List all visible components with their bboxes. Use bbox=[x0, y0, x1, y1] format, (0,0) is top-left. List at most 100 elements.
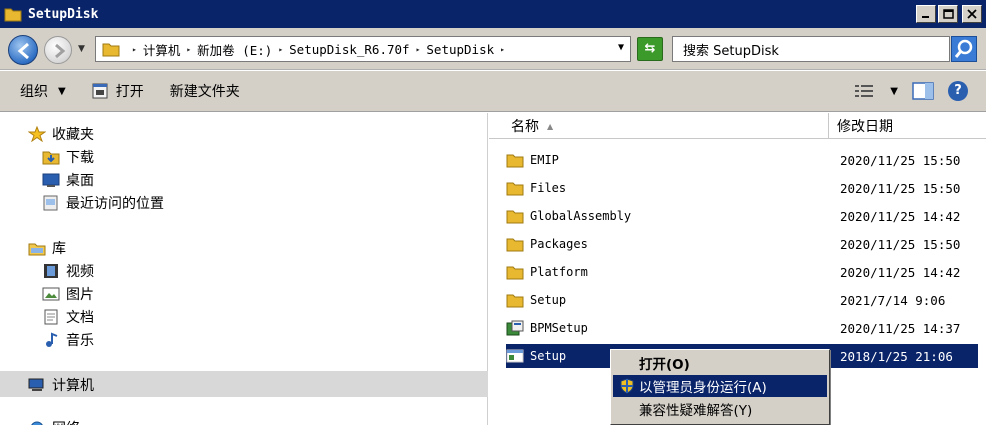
chevron-right-icon[interactable]: ▸ bbox=[186, 45, 191, 54]
forward-button[interactable] bbox=[44, 36, 72, 64]
address-dropdown-icon[interactable]: ▼ bbox=[618, 42, 624, 53]
search-button[interactable] bbox=[951, 36, 977, 62]
search-input[interactable]: 搜索 SetupDisk bbox=[672, 36, 950, 62]
file-date: 2020/11/25 15:50 bbox=[840, 180, 961, 196]
file-row[interactable]: Files 2020/11/25 15:50 bbox=[506, 176, 978, 200]
nav-item-desktop[interactable]: 桌面 bbox=[42, 170, 94, 190]
history-dropdown-icon[interactable]: ▼ bbox=[78, 44, 85, 54]
nav-libraries-label: 库 bbox=[52, 241, 66, 257]
folder-icon bbox=[506, 210, 524, 224]
nav-libraries[interactable]: 库 bbox=[28, 238, 66, 258]
title-bar[interactable]: SetupDisk bbox=[0, 0, 986, 28]
folder-icon bbox=[506, 266, 524, 280]
back-arrow-icon bbox=[17, 42, 29, 60]
breadcrumb-setupdisk-r670f[interactable]: SetupDisk_R6.70f bbox=[289, 42, 409, 57]
file-name: Setup bbox=[530, 293, 567, 307]
new-folder-button[interactable]: 新建文件夹 bbox=[170, 81, 240, 101]
sort-ascending-icon: ▲ bbox=[547, 121, 554, 131]
nav-item-pictures[interactable]: 图片 bbox=[42, 284, 94, 304]
navigation-pane: 收藏夹 下载 桌面 最近访问的位置 库 视频 图片 文档 音乐 计算机 bbox=[0, 113, 488, 425]
nav-computer[interactable]: 计算机 bbox=[28, 375, 94, 395]
maximize-icon bbox=[942, 9, 954, 19]
context-menu-troubleshoot-label: 兼容性疑难解答(Y) bbox=[639, 403, 753, 419]
organize-button[interactable]: 组织 ▼ bbox=[20, 81, 66, 101]
file-date: 2020/11/25 14:42 bbox=[840, 264, 961, 280]
chevron-down-icon: ▼ bbox=[58, 85, 66, 97]
command-bar: 组织 ▼ 打开 新建文件夹 ▼ ? bbox=[0, 71, 986, 112]
context-menu-open[interactable]: 打开(O) bbox=[613, 352, 827, 374]
context-menu-open-label: 打开(O) bbox=[639, 357, 690, 373]
nav-item-music[interactable]: 音乐 bbox=[42, 330, 94, 350]
back-button[interactable] bbox=[8, 35, 38, 65]
chevron-right-icon[interactable]: ▸ bbox=[278, 45, 283, 54]
close-button[interactable] bbox=[962, 5, 982, 23]
minimize-button[interactable] bbox=[916, 5, 936, 23]
nav-item-label: 图片 bbox=[66, 287, 94, 303]
view-options-icon[interactable] bbox=[854, 83, 876, 99]
new-folder-label: 新建文件夹 bbox=[169, 84, 240, 100]
nav-item-label: 下载 bbox=[66, 150, 94, 166]
downloads-folder-icon bbox=[42, 151, 60, 165]
file-row[interactable]: BPMSetup 2020/11/25 14:37 bbox=[506, 316, 978, 340]
network-icon bbox=[31, 421, 43, 425]
minimize-icon bbox=[922, 16, 929, 18]
file-row[interactable]: Platform 2020/11/25 14:42 bbox=[506, 260, 978, 284]
column-date-label: 修改日期 bbox=[837, 119, 893, 135]
search-icon bbox=[954, 39, 973, 58]
search-placeholder: 搜索 SetupDisk bbox=[683, 43, 779, 59]
nav-item-label: 视频 bbox=[66, 264, 94, 280]
computer-icon bbox=[28, 378, 44, 391]
file-name: EMIP bbox=[530, 153, 559, 167]
file-date: 2020/11/25 14:37 bbox=[840, 320, 961, 336]
breadcrumb-drive[interactable]: 新加卷 (E:) bbox=[197, 40, 272, 59]
refresh-button[interactable]: ⇆ bbox=[637, 37, 663, 61]
file-name: Packages bbox=[530, 237, 588, 251]
nav-favorites[interactable]: 收藏夹 bbox=[28, 124, 94, 144]
chevron-right-icon[interactable]: ▸ bbox=[500, 45, 505, 54]
column-date-modified[interactable]: 修改日期 bbox=[837, 113, 893, 139]
nav-item-label: 最近访问的位置 bbox=[66, 196, 164, 212]
folder-icon bbox=[506, 294, 524, 308]
documents-icon bbox=[44, 309, 58, 325]
column-header: 名称 ▲ 修改日期 bbox=[489, 113, 986, 139]
nav-item-recent-places[interactable]: 最近访问的位置 bbox=[42, 193, 164, 213]
context-menu-run-as-admin[interactable]: 以管理员身份运行(A) bbox=[613, 375, 827, 397]
folder-icon bbox=[506, 182, 524, 196]
video-icon bbox=[44, 264, 58, 278]
installer-icon bbox=[506, 320, 524, 336]
file-date: 2020/11/25 15:50 bbox=[840, 152, 961, 168]
preview-pane-icon[interactable] bbox=[912, 82, 934, 100]
breadcrumb-computer[interactable]: 计算机 bbox=[143, 40, 181, 59]
folder-icon bbox=[4, 8, 22, 22]
file-name: GlobalAssembly bbox=[530, 209, 632, 223]
chevron-right-icon[interactable]: ▸ bbox=[416, 45, 421, 54]
file-name: Platform bbox=[530, 265, 588, 279]
nav-item-videos[interactable]: 视频 bbox=[42, 261, 94, 281]
star-icon bbox=[28, 126, 46, 142]
desktop-icon bbox=[42, 173, 60, 187]
view-dropdown-icon[interactable]: ▼ bbox=[890, 86, 898, 97]
close-icon bbox=[967, 9, 977, 19]
help-icon[interactable]: ? bbox=[948, 81, 968, 101]
context-menu-run-as-admin-label: 以管理员身份运行(A) bbox=[639, 380, 767, 396]
open-button[interactable]: 打开 bbox=[92, 81, 144, 101]
nav-item-documents[interactable]: 文档 bbox=[42, 307, 94, 327]
nav-item-label: 音乐 bbox=[66, 333, 94, 349]
nav-network[interactable]: 网络 bbox=[28, 418, 80, 425]
file-row[interactable]: Packages 2020/11/25 15:50 bbox=[506, 232, 978, 256]
chevron-right-icon[interactable]: ▸ bbox=[132, 45, 137, 54]
file-row[interactable]: EMIP 2020/11/25 15:50 bbox=[506, 148, 978, 172]
file-row[interactable]: Setup 2021/7/14 9:06 bbox=[506, 288, 978, 312]
open-window-icon bbox=[92, 83, 108, 99]
refresh-icon: ⇆ bbox=[644, 41, 656, 56]
nav-computer-label: 计算机 bbox=[52, 378, 94, 394]
recent-places-icon bbox=[43, 195, 58, 211]
address-bar[interactable]: ▸ 计算机 ▸ 新加卷 (E:) ▸ SetupDisk_R6.70f ▸ Se… bbox=[95, 36, 631, 62]
breadcrumb-setupdisk[interactable]: SetupDisk bbox=[426, 42, 494, 57]
context-menu-troubleshoot-compatibility[interactable]: 兼容性疑难解答(Y) bbox=[613, 398, 827, 420]
file-row[interactable]: GlobalAssembly 2020/11/25 14:42 bbox=[506, 204, 978, 228]
column-name[interactable]: 名称 ▲ bbox=[489, 113, 829, 139]
file-date: 2021/7/14 9:06 bbox=[840, 292, 946, 308]
nav-item-downloads[interactable]: 下载 bbox=[42, 147, 94, 167]
maximize-button[interactable] bbox=[938, 5, 958, 23]
